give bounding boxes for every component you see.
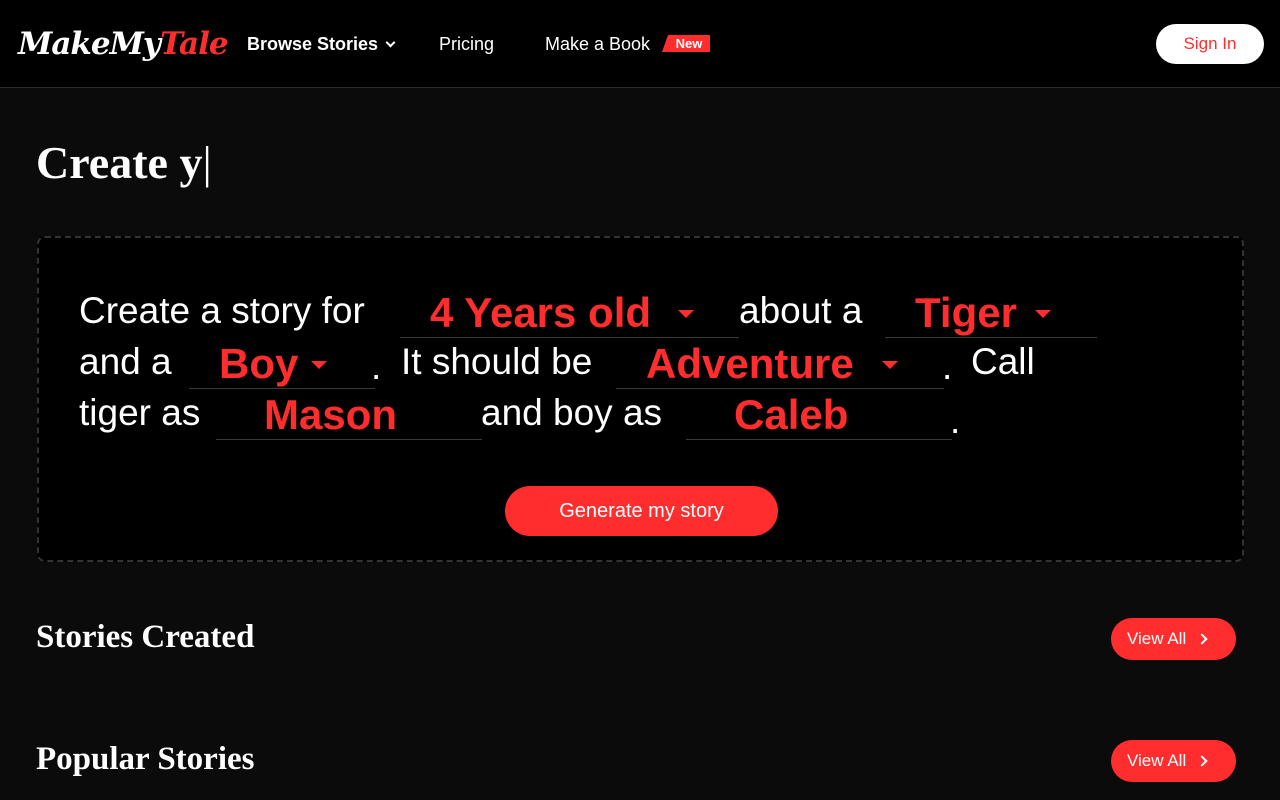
- new-badge: New: [662, 35, 710, 52]
- typed-title-text: Create y: [36, 137, 203, 188]
- builder-text-about-a: about a: [739, 290, 863, 331]
- builder-period: .: [371, 346, 382, 387]
- builder-text-tiger-as: tiger as: [79, 392, 201, 433]
- age-select[interactable]: 4 Years old: [400, 288, 739, 338]
- sign-in-button[interactable]: Sign In: [1156, 24, 1264, 64]
- genre-select-value: Adventure: [646, 340, 854, 387]
- view-all-stories-created-button[interactable]: View All: [1111, 618, 1236, 660]
- page-title: Create y|: [36, 136, 212, 190]
- animal-select-value: Tiger: [915, 289, 1017, 336]
- animal-name-input[interactable]: [216, 390, 482, 440]
- nav-pricing[interactable]: Pricing: [439, 32, 494, 56]
- logo-text-tale: Tale: [159, 26, 229, 62]
- caret-down-icon: [1035, 310, 1051, 318]
- logo-text-makemy: MakeMy: [18, 26, 161, 62]
- story-builder-form: Create a story for 4 Years old about a T…: [37, 236, 1244, 562]
- gender-select-value: Boy: [219, 340, 299, 387]
- nav-make-a-book[interactable]: Make a Book: [545, 32, 650, 56]
- view-all-label: View All: [1127, 629, 1187, 648]
- generate-story-button[interactable]: Generate my story: [505, 486, 778, 536]
- nav-browse-stories[interactable]: Browse Stories: [247, 32, 396, 56]
- chevron-down-icon: [385, 37, 396, 48]
- genre-select[interactable]: Adventure: [616, 339, 944, 389]
- section-title-popular-stories: Popular Stories: [36, 741, 255, 777]
- builder-text-and-boy-as: and boy as: [481, 392, 663, 433]
- top-navbar: MakeMyTale Browse Stories Pricing Make a…: [0, 0, 1280, 88]
- child-name-input[interactable]: [686, 390, 952, 440]
- builder-text-it-should-be: It should be: [401, 341, 593, 382]
- view-all-popular-stories-button[interactable]: View All: [1111, 740, 1236, 782]
- view-all-label: View All: [1127, 751, 1187, 770]
- chevron-right-icon: [1196, 755, 1208, 767]
- builder-text-call: Call: [971, 341, 1035, 382]
- typing-cursor: |: [202, 137, 212, 188]
- caret-down-icon: [678, 310, 694, 318]
- builder-period: .: [942, 346, 953, 387]
- age-select-value: 4 Years old: [430, 289, 652, 336]
- logo[interactable]: MakeMyTale: [18, 24, 229, 64]
- chevron-right-icon: [1196, 633, 1208, 645]
- builder-text-and-a: and a: [79, 341, 172, 382]
- caret-down-icon: [311, 361, 327, 369]
- nav-browse-stories-label: Browse Stories: [247, 34, 379, 54]
- builder-text-create-story-for: Create a story for: [79, 290, 365, 331]
- section-title-stories-created: Stories Created: [36, 619, 255, 655]
- animal-select[interactable]: Tiger: [885, 288, 1097, 338]
- caret-down-icon: [882, 361, 898, 369]
- gender-select[interactable]: Boy: [189, 339, 375, 389]
- builder-period: .: [950, 400, 961, 441]
